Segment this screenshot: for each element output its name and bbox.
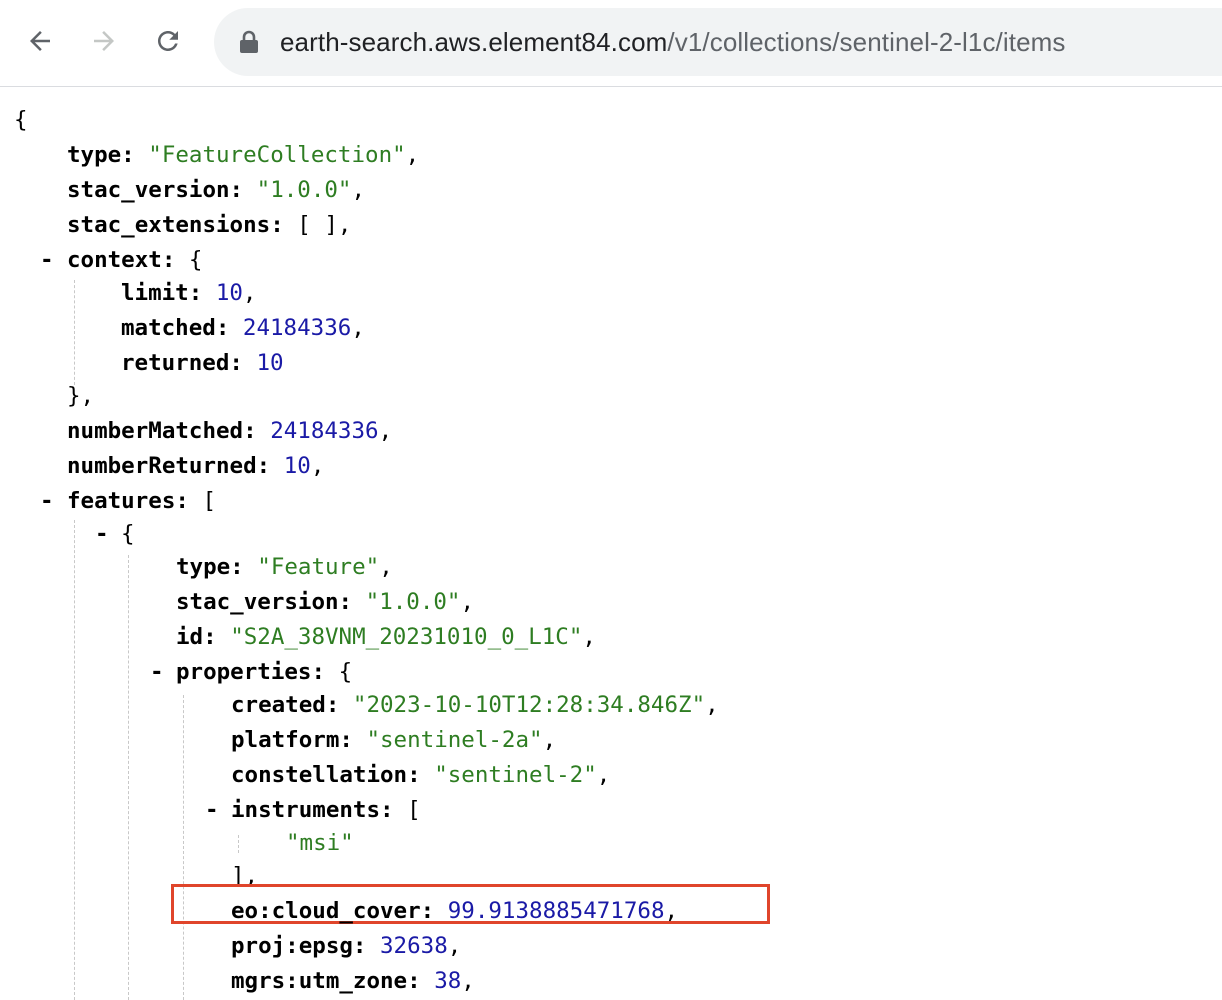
json-line: type: "Feature", (176, 554, 393, 580)
json-key: created: (231, 692, 340, 718)
json-key: stac_extensions: (67, 212, 284, 238)
reload-button[interactable] (150, 23, 186, 59)
json-string: "2023-10-10T12:28:34.846Z" (352, 692, 706, 718)
json-string: "1.0.0" (365, 589, 461, 615)
json-key: features: (67, 488, 189, 514)
json-string: "1.0.0" (256, 177, 352, 203)
json-key: context: (67, 247, 176, 273)
json-number: 38 (434, 968, 462, 994)
json-key: stac_version: (67, 177, 244, 203)
json-line: { (121, 521, 135, 547)
json-key: numberMatched: (67, 418, 257, 444)
json-line: numberMatched: 24184336, (67, 418, 393, 444)
json-line: eo:cloud_cover: 99.9138885471768, (231, 898, 679, 924)
json-string: "Feature" (257, 554, 380, 580)
json-line: "msi" (286, 826, 354, 861)
json-array: [ ], (297, 212, 352, 238)
feature-guide (128, 555, 129, 1000)
open-brace: { (14, 107, 28, 133)
json-number: 24184336 (270, 418, 379, 444)
collapse-toggle-instruments[interactable]: - (205, 793, 219, 828)
json-line: mgrs:utm_zone: 38, (231, 968, 475, 994)
json-key: stac_version: (176, 589, 353, 615)
json-key: instruments: (231, 797, 394, 823)
json-number: 10 (283, 453, 311, 479)
collapse-toggle-properties[interactable]: - (150, 655, 164, 690)
json-line: proj:epsg: 32638, (231, 933, 462, 959)
json-line: context: { (67, 247, 203, 273)
context-guide (74, 280, 75, 385)
json-key: returned: (121, 350, 243, 376)
reload-icon (158, 31, 178, 51)
json-key: properties: (176, 659, 326, 685)
json-key: mgrs:utm_zone: (231, 968, 421, 994)
address-bar[interactable]: earth-search.aws.element84.com/v1/collec… (214, 8, 1222, 76)
json-key: type: (67, 142, 135, 168)
instruments-guide (238, 835, 239, 853)
json-number: 99.9138885471768 (447, 898, 665, 924)
arrow-left-icon (30, 31, 50, 51)
json-line: properties: { (176, 659, 353, 685)
json-line: instruments: [ (231, 797, 421, 823)
json-line: }, (67, 379, 94, 414)
json-line: platform: "sentinel-2a", (231, 727, 557, 753)
collapse-toggle-context[interactable]: - (40, 243, 54, 278)
json-line: numberReturned: 10, (67, 453, 325, 479)
features-guide (74, 520, 75, 1000)
json-key: constellation: (231, 762, 421, 788)
json-line: type: "FeatureCollection", (67, 142, 420, 168)
arrow-right-icon (94, 31, 114, 51)
json-line: matched: 24184336, (121, 315, 365, 341)
forward-button[interactable] (86, 23, 122, 59)
json-line: stac_version: "1.0.0", (176, 589, 475, 615)
json-number: 10 (256, 350, 284, 376)
url-host: earth-search.aws.element84.com (280, 27, 668, 57)
json-number: 10 (215, 280, 243, 306)
json-key: proj:epsg: (231, 933, 367, 959)
collapse-toggle-features[interactable]: - (40, 484, 54, 519)
json-number: 24184336 (242, 315, 352, 341)
json-viewer: { type: "FeatureCollection", stac_versio… (0, 90, 1222, 1000)
json-string: "sentinel-2" (434, 762, 597, 788)
json-string: "msi" (286, 830, 354, 856)
json-line: { (14, 103, 28, 138)
json-line: returned: 10 (121, 346, 284, 381)
lock-icon[interactable] (238, 30, 260, 54)
json-key: platform: (231, 727, 353, 753)
json-line: limit: 10, (121, 280, 257, 306)
browser-toolbar: earth-search.aws.element84.com/v1/collec… (0, 0, 1222, 87)
json-string: "sentinel-2a" (366, 727, 543, 753)
json-key: numberReturned: (67, 453, 271, 479)
json-key: limit: (121, 280, 203, 306)
json-line: features: [ (67, 488, 217, 514)
json-line: constellation: "sentinel-2", (231, 762, 611, 788)
collapse-toggle-feature[interactable]: - (95, 517, 109, 552)
close-brace: }, (67, 383, 95, 409)
json-key: eo:cloud_cover: (231, 898, 435, 924)
back-button[interactable] (22, 23, 58, 59)
json-key: matched: (121, 315, 230, 341)
json-line: stac_version: "1.0.0", (67, 177, 366, 203)
json-number: 32638 (380, 933, 448, 959)
json-line: created: "2023-10-10T12:28:34.846Z", (231, 692, 719, 718)
url-path: /v1/collections/sentinel-2-l1c/items (667, 27, 1066, 57)
json-key: id: (176, 624, 217, 650)
url-text[interactable]: earth-search.aws.element84.com/v1/collec… (280, 8, 1066, 76)
properties-guide (183, 695, 184, 1000)
json-key: type: (176, 554, 244, 580)
json-string: "S2A_38VNM_20231010_0_L1C" (230, 624, 583, 650)
json-string: "FeatureCollection" (148, 142, 406, 168)
json-line: id: "S2A_38VNM_20231010_0_L1C", (176, 624, 596, 650)
json-line: stac_extensions: [ ], (67, 208, 351, 243)
